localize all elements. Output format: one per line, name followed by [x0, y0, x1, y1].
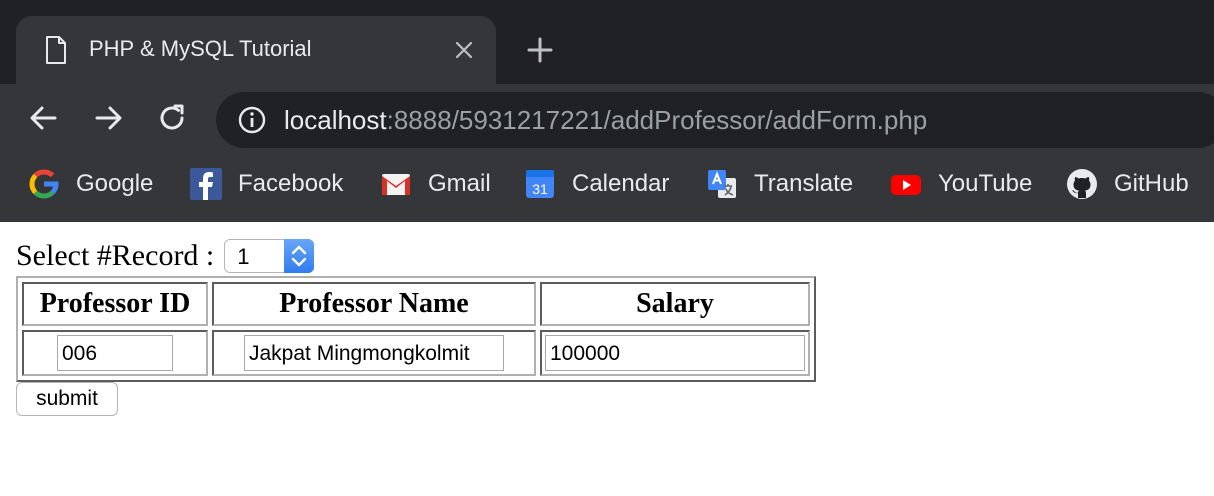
professor-id-input[interactable]: 006 [57, 335, 173, 371]
bookmark-label: Google [76, 170, 154, 197]
browser-toolbar: localhost:8888/5931217221/addProfessor/a… [0, 84, 1214, 156]
tab-title: PHP & MySQL Tutorial [89, 36, 312, 61]
bookmark-facebook[interactable]: Facebook [190, 168, 343, 200]
youtube-icon [891, 175, 921, 195]
bookmark-label: GitHub [1114, 170, 1189, 197]
url-text: localhost:8888/5931217221/addProfessor/a… [284, 105, 927, 136]
table-row: 006 Jakpat Mingmongkolmit 100000 [22, 330, 810, 376]
record-selector-row: Select #Record : 1 [16, 238, 315, 274]
info-icon[interactable] [238, 106, 266, 134]
calendar-icon: 31 [526, 170, 554, 198]
table-header-row: Professor ID Professor Name Salary [22, 282, 810, 326]
submit-button[interactable]: submit [16, 382, 118, 416]
forward-arrow-icon[interactable] [92, 102, 124, 134]
bookmark-google[interactable]: Google [28, 168, 153, 200]
cell-professor-name: Jakpat Mingmongkolmit [212, 330, 536, 376]
record-select[interactable]: 1 [224, 239, 315, 273]
bookmark-calendar[interactable]: 31 Calendar [524, 168, 669, 200]
column-header-professor-id: Professor ID [22, 282, 208, 326]
facebook-icon [190, 168, 222, 200]
github-icon [1067, 169, 1097, 199]
calendar-icon-day: 31 [532, 181, 548, 197]
salary-input[interactable]: 100000 [545, 335, 805, 371]
new-tab-plus-icon[interactable] [526, 36, 554, 64]
url-host: localhost [284, 105, 387, 135]
back-arrow-icon[interactable] [28, 102, 60, 134]
google-icon [29, 169, 59, 199]
cell-professor-id: 006 [22, 330, 208, 376]
bookmark-gmail[interactable]: Gmail [380, 168, 491, 200]
bookmark-translate[interactable]: Translate [706, 168, 853, 200]
bookmark-label: Gmail [428, 170, 491, 197]
browser-chrome: PHP & MySQL Tutorial localhost:8888/5931… [0, 0, 1214, 222]
professor-name-input[interactable]: Jakpat Mingmongkolmit [244, 335, 504, 371]
bookmark-label: Facebook [238, 170, 344, 197]
tab-active[interactable]: PHP & MySQL Tutorial [16, 16, 496, 84]
close-icon[interactable] [452, 38, 476, 62]
bookmarks-bar: Google Facebook Gmail 31 Calendar Transl… [0, 156, 1214, 222]
column-header-professor-name: Professor Name [212, 282, 536, 326]
tab-strip: PHP & MySQL Tutorial [0, 0, 1214, 84]
bookmark-github[interactable]: GitHub [1066, 168, 1189, 200]
record-select-value: 1 [237, 244, 250, 269]
bookmark-label: YouTube [938, 170, 1033, 197]
professor-table: Professor ID Professor Name Salary 006 J… [16, 276, 816, 382]
page-content: Select #Record : 1 Professor ID Professo… [0, 222, 1214, 496]
address-bar[interactable]: localhost:8888/5931217221/addProfessor/a… [216, 92, 1214, 148]
record-label: Select #Record : [16, 239, 215, 272]
url-path: :8888/5931217221/addProfessor/addForm.ph… [386, 105, 928, 135]
select-arrows-icon [284, 239, 315, 273]
cell-salary: 100000 [540, 330, 810, 376]
bookmark-label: Calendar [572, 170, 670, 197]
reload-icon[interactable] [156, 102, 188, 134]
bookmark-label: Translate [754, 170, 854, 197]
column-header-salary: Salary [540, 282, 810, 326]
page-icon [46, 36, 66, 64]
bookmark-youtube[interactable]: YouTube [890, 168, 1032, 200]
gmail-icon [382, 174, 410, 195]
translate-icon [708, 170, 736, 198]
